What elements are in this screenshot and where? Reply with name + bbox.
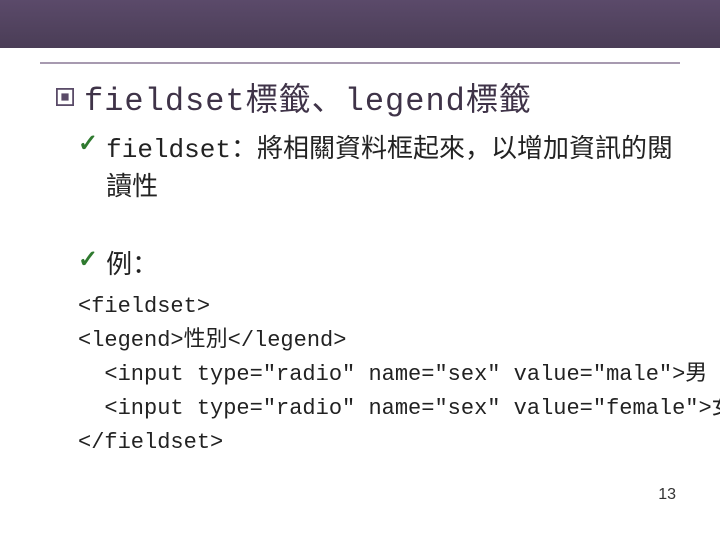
bullet-lead: fieldset bbox=[106, 135, 231, 165]
square-target-icon bbox=[56, 88, 74, 106]
spacer bbox=[78, 212, 678, 246]
check-icon: ✓ bbox=[78, 246, 98, 274]
slide: fieldset標籤、legend標籤 ✓ fieldset：將相關資料框起來，… bbox=[0, 0, 720, 540]
code-line: <fieldset> bbox=[78, 294, 210, 319]
check-icon: ✓ bbox=[78, 130, 98, 158]
code-line: <input type="radio" name="sex" value="ma… bbox=[78, 362, 707, 387]
code-block: <fieldset> <legend>性別</legend> <input ty… bbox=[78, 290, 678, 460]
code-line: </fieldset> bbox=[78, 430, 223, 455]
code-line: <legend>性別</legend> bbox=[78, 328, 346, 353]
bullet-item: ✓ fieldset：將相關資料框起來，以增加資訊的閱讀性 bbox=[78, 130, 678, 204]
slide-title: fieldset標籤、legend標籤 bbox=[84, 74, 532, 120]
divider bbox=[40, 62, 680, 64]
bullet-text: fieldset：將相關資料框起來，以增加資訊的閱讀性 bbox=[106, 130, 678, 204]
top-bar bbox=[0, 0, 720, 48]
bullet-text: 例： bbox=[106, 246, 158, 282]
slide-title-row: fieldset標籤、legend標籤 bbox=[56, 74, 532, 120]
bullet-rest: 例： bbox=[106, 249, 158, 279]
title-part-2: 標籤、 bbox=[246, 81, 345, 117]
code-line: <input type="radio" name="sex" value="fe… bbox=[78, 396, 720, 421]
page-number: 13 bbox=[658, 486, 676, 504]
title-part-3: legend bbox=[345, 83, 466, 120]
slide-body: ✓ fieldset：將相關資料框起來，以增加資訊的閱讀性 ✓ 例： <fiel… bbox=[78, 130, 678, 460]
title-part-4: 標籤 bbox=[466, 81, 532, 117]
title-part-1: fieldset bbox=[84, 83, 246, 120]
bullet-item: ✓ 例： bbox=[78, 246, 678, 282]
